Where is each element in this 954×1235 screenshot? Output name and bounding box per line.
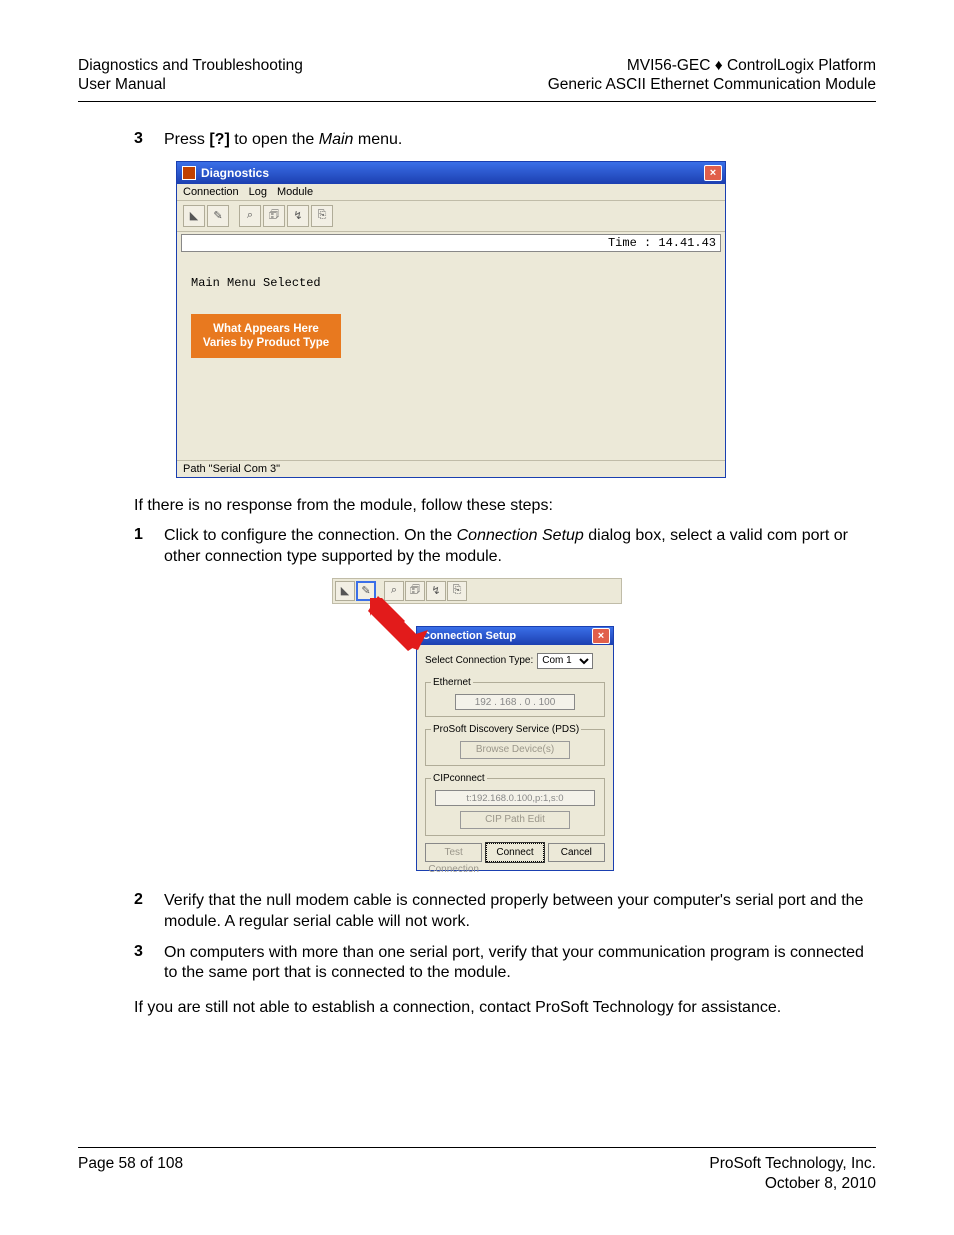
footer-page: Page 58 of 108 [78, 1154, 183, 1193]
step-number: 2 [134, 891, 164, 933]
cip-path-field[interactable]: t:192.168.0.100,p:1,s:0 [435, 790, 595, 806]
step-2b: 2 Verify that the null modem cable is co… [134, 891, 876, 933]
header-right-1: MVI56-GEC ♦ ControlLogix Platform [548, 56, 876, 75]
cip-path-edit-button[interactable]: CIP Path Edit [460, 811, 570, 829]
header-right-2: Generic ASCII Ethernet Communication Mod… [548, 75, 876, 94]
main-menu-name: Main [319, 131, 354, 148]
close-icon[interactable]: × [704, 165, 722, 181]
t: Click to configure the connection. On th… [164, 527, 457, 544]
console-line: Main Menu Selected [191, 276, 711, 290]
step-number: 1 [134, 526, 164, 568]
ethernet-ip-input[interactable]: 192 . 168 . 0 . 100 [455, 694, 575, 710]
close-icon[interactable]: × [592, 628, 610, 644]
menubar: Connection Log Module [177, 184, 725, 201]
footer-company: ProSoft Technology, Inc. [709, 1154, 876, 1173]
cancel-button[interactable]: Cancel [548, 843, 605, 862]
browse-devices-button[interactable]: Browse Device(s) [460, 741, 570, 759]
toolbar: ◣ ✎ ⌕ 🗊 ↯ ⎘ [177, 201, 725, 232]
t: What Appears Here [195, 322, 337, 336]
menu-log[interactable]: Log [249, 186, 267, 198]
footer-date: October 8, 2010 [709, 1174, 876, 1193]
step-3: 3 Press [?] to open the Main menu. [134, 130, 876, 151]
step-number: 3 [134, 943, 164, 985]
paragraph-contact: If you are still not able to establish a… [134, 998, 876, 1019]
header-left-2: User Manual [78, 75, 303, 94]
connection-setup-dialog: Connection Setup × Select Connection Typ… [416, 626, 614, 871]
menu-connection[interactable]: Connection [183, 186, 239, 198]
t: menu. [353, 131, 402, 148]
toolbar-btn-1[interactable]: ◣ [183, 205, 205, 227]
step-text: Verify that the null modem cable is conn… [164, 891, 876, 933]
window-titlebar: Diagnostics × [177, 162, 725, 184]
connection-type-select[interactable]: Com 1 [537, 653, 593, 669]
dialog-name: Connection Setup [457, 527, 584, 544]
step-number: 3 [134, 130, 164, 151]
paragraph-no-response: If there is no response from the module,… [134, 496, 876, 517]
app-icon [182, 166, 196, 180]
dialog-titlebar: Connection Setup × [417, 627, 613, 645]
key-q: [?] [209, 131, 229, 148]
window-title: Diagnostics [201, 166, 269, 180]
connection-setup-figure: ◣ ✎ ⌕ 🗊 ↯ ⎘ Connection Setup × Sele [332, 578, 622, 871]
test-connection-button[interactable]: Test Connection [425, 843, 482, 862]
header-left-1: Diagnostics and Troubleshooting [78, 56, 303, 75]
time-display: Time : 14.41.43 [181, 234, 721, 252]
connect-button[interactable]: Connect [486, 843, 543, 862]
t: Press [164, 131, 209, 148]
step-3b: 3 On computers with more than one serial… [134, 943, 876, 985]
t: to open the [230, 131, 319, 148]
dialog-title: Connection Setup [422, 630, 516, 642]
diagnostics-window: Diagnostics × Connection Log Module ◣ ✎ … [176, 161, 726, 478]
cip-legend: CIPconnect [431, 773, 487, 784]
toolbar-btn-3[interactable]: ⌕ [239, 205, 261, 227]
step-1b: 1 Click to configure the connection. On … [134, 526, 876, 568]
placeholder-note: What Appears Here Varies by Product Type [191, 314, 341, 359]
ethernet-legend: Ethernet [431, 677, 473, 688]
step-text: On computers with more than one serial p… [164, 943, 876, 985]
toolbar-btn-1[interactable]: ◣ [335, 581, 355, 601]
ethernet-group: Ethernet 192 . 168 . 0 . 100 [425, 677, 605, 717]
cip-group: CIPconnect t:192.168.0.100,p:1,s:0 CIP P… [425, 773, 605, 836]
select-conn-label: Select Connection Type: [425, 655, 533, 666]
toolbar-btn-4[interactable]: 🗊 [263, 205, 285, 227]
console-output: Main Menu Selected What Appears Here Var… [181, 258, 721, 458]
toolbar-btn-6[interactable]: ⎘ [447, 581, 467, 601]
toolbar-btn-5[interactable]: ↯ [287, 205, 309, 227]
page-footer: Page 58 of 108 ProSoft Technology, Inc. … [78, 1147, 876, 1193]
toolbar-btn-2[interactable]: ✎ [207, 205, 229, 227]
toolbar-btn-6[interactable]: ⎘ [311, 205, 333, 227]
pds-group: ProSoft Discovery Service (PDS) Browse D… [425, 724, 605, 766]
pds-legend: ProSoft Discovery Service (PDS) [431, 724, 581, 735]
menu-module[interactable]: Module [277, 186, 313, 198]
status-bar: Path "Serial Com 3" [177, 460, 725, 477]
page-header: Diagnostics and Troubleshooting User Man… [78, 56, 876, 102]
t: Varies by Product Type [195, 336, 337, 350]
